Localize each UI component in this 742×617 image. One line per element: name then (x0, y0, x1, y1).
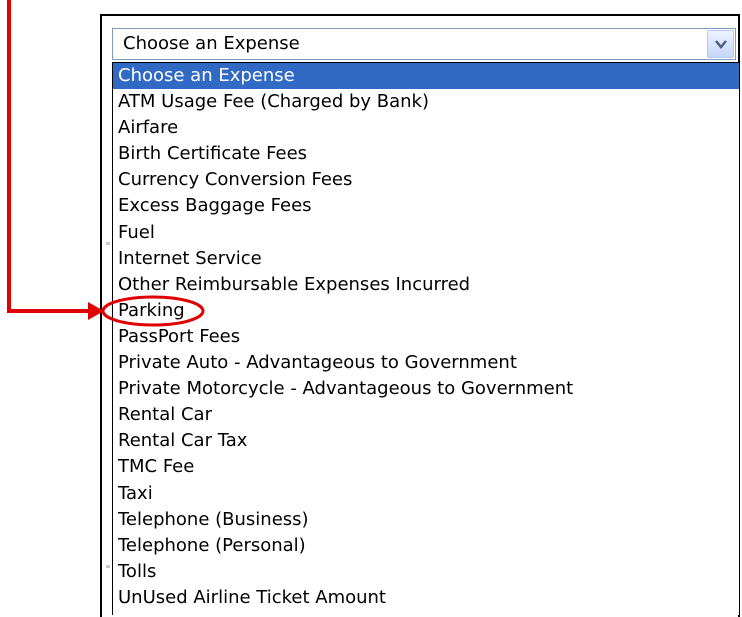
background-fragment (106, 565, 110, 568)
option-unused-airline-ticket[interactable]: UnUsed Airline Ticket Amount (113, 585, 739, 611)
option-other-reimbursable-expenses[interactable]: Other Reimbursable Expenses Incurred (113, 272, 739, 298)
option-telephone-business[interactable]: Telephone (Business) (113, 507, 739, 533)
dropdown-button[interactable] (707, 30, 734, 58)
option-choose-an-expense[interactable]: Choose an Expense (113, 63, 739, 90)
expense-select[interactable]: Choose an Expense (112, 28, 736, 60)
option-excess-baggage-fees[interactable]: Excess Baggage Fees (113, 193, 739, 219)
annotation-arrow-line (7, 0, 11, 313)
option-airfare[interactable]: Airfare (113, 115, 739, 141)
expense-select-value: Choose an Expense (123, 33, 300, 54)
option-passport-fees[interactable]: PassPort Fees (113, 324, 739, 350)
annotation-arrow-line (7, 309, 93, 313)
chevron-down-icon (715, 40, 727, 49)
option-currency-conversion-fees[interactable]: Currency Conversion Fees (113, 167, 739, 193)
option-birth-certificate-fees[interactable]: Birth Certificate Fees (113, 141, 739, 167)
option-taxi[interactable]: Taxi (113, 481, 739, 507)
option-rental-car-tax[interactable]: Rental Car Tax (113, 428, 739, 454)
option-internet-service[interactable]: Internet Service (113, 246, 739, 272)
option-telephone-personal[interactable]: Telephone (Personal) (113, 533, 739, 559)
option-tolls[interactable]: Tolls (113, 559, 739, 585)
option-private-auto[interactable]: Private Auto - Advantageous to Governmen… (113, 350, 739, 376)
option-fuel[interactable]: Fuel (113, 220, 739, 246)
option-rental-car[interactable]: Rental Car (113, 402, 739, 428)
expense-option-list[interactable]: Choose an Expense ATM Usage Fee (Charged… (112, 62, 740, 615)
option-atm-usage-fee[interactable]: ATM Usage Fee (Charged by Bank) (113, 89, 739, 115)
annotation-highlight-ellipse (101, 295, 205, 327)
option-tmc-fee[interactable]: TMC Fee (113, 454, 739, 480)
background-fragment (106, 242, 110, 245)
option-parking[interactable]: Parking (113, 298, 739, 324)
option-private-motorcycle[interactable]: Private Motorcycle - Advantageous to Gov… (113, 376, 739, 402)
